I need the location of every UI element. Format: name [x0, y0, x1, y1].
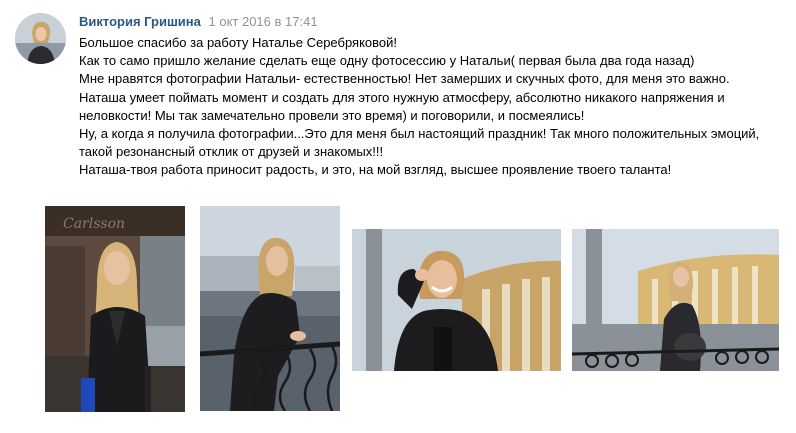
photo-thumbnail-2[interactable] — [200, 206, 340, 411]
author-avatar[interactable] — [15, 13, 66, 64]
post-text-line: такой резонансный отклик от друзей и зна… — [79, 144, 384, 160]
photo-thumbnail-4[interactable] — [572, 229, 779, 371]
post-text-line: Мне нравятся фотографии Натальи- естеств… — [79, 71, 730, 87]
post-text-line: Большое спасибо за работу Наталье Серебр… — [79, 35, 398, 50]
post-text-line: неловкости! Мы так замечательно провели … — [79, 107, 585, 123]
post-text-line: Наташа-твоя работа приносит радость, и э… — [79, 162, 672, 178]
photo-thumbnail-3[interactable] — [352, 229, 561, 371]
svg-text:Carlsson: Carlsson — [63, 216, 125, 232]
post-text: Большое спасибо за работу Наталье Серебр… — [79, 34, 784, 180]
post-text-line: Ну, а когда я получила фотографии...Это … — [79, 126, 760, 142]
post-text-line: Наташа умеет поймать момент и создать дл… — [79, 89, 725, 105]
post-header: Виктория Гришина 1 окт 2016 в 17:41 — [79, 13, 318, 31]
author-name[interactable]: Виктория Гришина — [79, 14, 201, 29]
post-text-line: Как то само пришло желание сделать еще о… — [79, 53, 695, 69]
photo-thumbnail-1[interactable]: Carlsson — [45, 206, 185, 412]
post-date[interactable]: 1 окт 2016 в 17:41 — [209, 14, 318, 29]
